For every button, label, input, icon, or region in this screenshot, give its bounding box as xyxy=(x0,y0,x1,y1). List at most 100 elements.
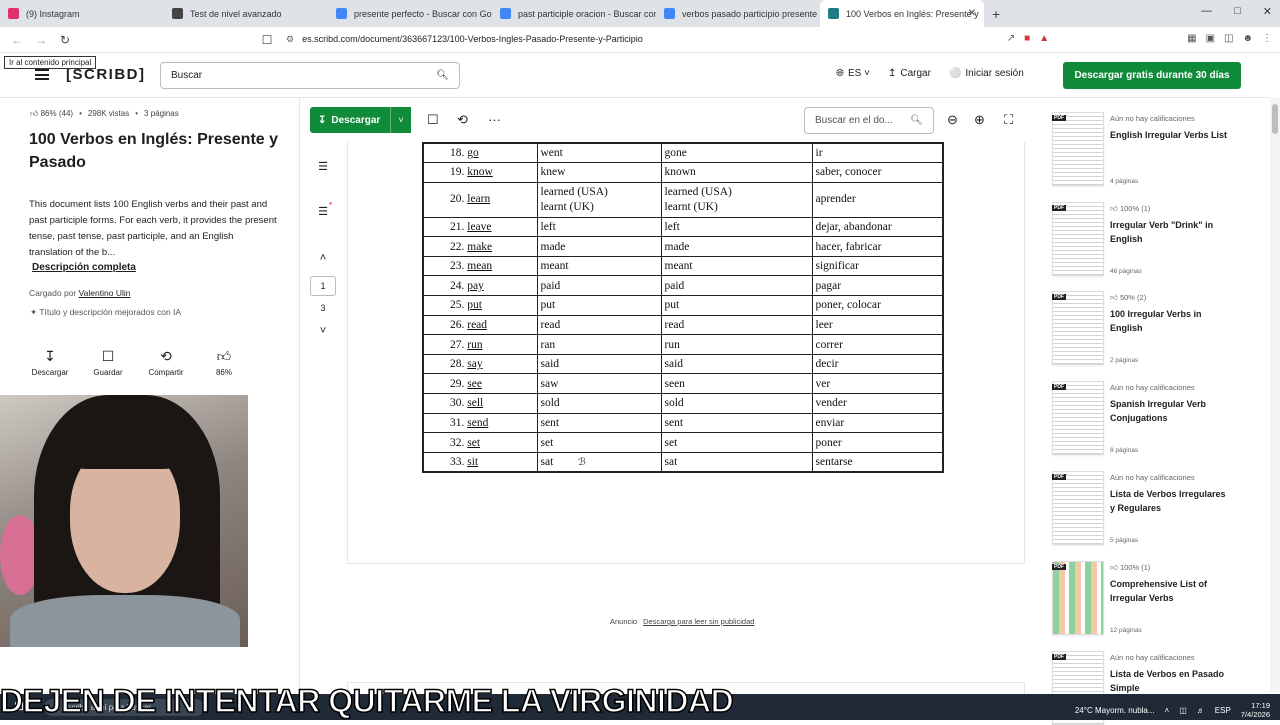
language-selector[interactable]: 🌐︎ ES ˅ xyxy=(836,68,870,79)
page-up-icon[interactable]: ˄ xyxy=(310,252,336,264)
document-thumbnail[interactable] xyxy=(1052,561,1104,635)
browser-tab[interactable]: past participle oracion - Buscar con G xyxy=(492,0,656,27)
profile-icon[interactable]: ☻ xyxy=(1242,33,1253,44)
share-icon[interactable]: ⟲ xyxy=(457,112,468,128)
browser-tab[interactable]: verbos pasado participio presente q xyxy=(656,0,820,27)
zoom-in-icon[interactable]: ⊕ xyxy=(974,112,985,128)
close-tab-icon[interactable]: ✕ xyxy=(968,8,976,19)
document-search-input[interactable]: Buscar en el do... 🔍︎ xyxy=(804,107,934,134)
verb-spanish: significar xyxy=(811,255,944,277)
full-description-link[interactable]: Descripción completa xyxy=(32,262,136,273)
recommendation-card[interactable]: PDF Aún no hay calificaciones Lista de V… xyxy=(1052,463,1272,545)
url-field[interactable]: ⚙ es.scribd.com/document/363667123/100-Ve… xyxy=(286,34,643,45)
action-bookmark[interactable]: ☐ Guardar xyxy=(88,348,128,377)
menu-icon[interactable]: ⋮ xyxy=(1262,33,1272,44)
ai-note: ✦ Título y descripción mejorados con IA xyxy=(30,307,182,317)
language-indicator[interactable]: ESP xyxy=(1215,706,1231,715)
upload-link[interactable]: ↥ Cargar xyxy=(888,68,931,79)
maximize-icon[interactable]: □ xyxy=(1234,5,1241,18)
extension-icon[interactable]: ▲ xyxy=(1039,33,1049,44)
recommendation-title[interactable]: Comprehensive List of Irregular Verbs xyxy=(1110,577,1230,605)
recommendation-title[interactable]: Irregular Verb "Drink" in English xyxy=(1110,218,1230,246)
recommendation-card[interactable]: PDF 👍︎ 100% (1) Comprehensive List of Ir… xyxy=(1052,553,1272,635)
browser-tab[interactable]: (9) Instagram xyxy=(0,0,164,27)
site-info-icon[interactable]: ⚙ xyxy=(286,34,294,44)
recommendation-card[interactable]: PDF Aún no hay calificaciones Spanish Ir… xyxy=(1052,373,1272,455)
verb-base: 19. know xyxy=(422,162,538,183)
browser-tab[interactable]: 100 Verbos en Inglés: Presente y ✕ xyxy=(820,0,984,27)
action-download[interactable]: ↧ Descargar xyxy=(30,348,70,377)
free-trial-button[interactable]: Descargar gratis durante 30 días xyxy=(1063,62,1241,89)
current-page[interactable]: 1 xyxy=(310,276,336,296)
back-icon[interactable]: ← xyxy=(10,33,24,47)
recommendation-pages: 46 páginas xyxy=(1110,268,1142,275)
clock[interactable]: 17:19 7/4/2026 xyxy=(1241,701,1270,719)
document-thumbnail[interactable] xyxy=(1052,202,1104,276)
ad-notice: Anuncio Descarga para leer sin publicidad xyxy=(610,617,755,626)
recommendation-card[interactable]: PDF Aún no hay calificaciones English Ir… xyxy=(1052,104,1272,186)
pdf-badge-icon: PDF xyxy=(1052,294,1066,300)
ad-free-link[interactable]: Descarga para leer sin publicidad xyxy=(643,617,754,626)
bookmark-page-icon[interactable]: ☐ xyxy=(260,33,274,47)
action-share[interactable]: ⟲ Compartir xyxy=(146,348,186,377)
recommendation-title[interactable]: Lista de Verbos en Pasado Simple xyxy=(1110,667,1230,695)
recommendation-title[interactable]: English Irregular Verbs List xyxy=(1110,128,1230,142)
search-input[interactable]: Buscar 🔍︎ xyxy=(160,62,460,89)
browser-tab[interactable]: Test de nivel avanzado xyxy=(164,0,328,27)
uploader-link[interactable]: Valentino Ulin xyxy=(79,288,131,298)
recommendation-card[interactable]: PDF 👍︎ 50% (2) 100 Irregular Verbs in En… xyxy=(1052,283,1272,365)
recommendation-pages: 4 páginas xyxy=(1110,178,1139,185)
notes-icon[interactable]: ☰ • xyxy=(310,199,336,218)
more-options-icon[interactable]: ··· xyxy=(488,112,501,127)
tab-search-icon[interactable]: ▣ xyxy=(1206,33,1215,44)
pdf-badge-icon: PDF xyxy=(1052,384,1066,390)
minimize-icon[interactable]: — xyxy=(1201,5,1212,18)
page-scrollbar[interactable] xyxy=(1270,98,1280,692)
webcam-overlay xyxy=(0,395,248,647)
document-thumbnail[interactable] xyxy=(1052,471,1104,545)
tray-up-icon[interactable]: ˄ xyxy=(1165,706,1170,715)
reload-icon[interactable]: ↻ xyxy=(58,33,72,47)
verb-base: 33. sit xyxy=(422,451,538,473)
fullscreen-icon[interactable]: ⛶ xyxy=(1004,112,1013,128)
recommendation-card[interactable]: PDF 👍︎ 100% (1) Irregular Verb "Drink" i… xyxy=(1052,194,1272,276)
recommendation-title[interactable]: Spanish Irregular Verb Conjugations xyxy=(1110,397,1230,425)
recommendation-title[interactable]: Lista de Verbos Irregulares y Regulares xyxy=(1110,487,1230,515)
download-options-dropdown[interactable]: ˅ xyxy=(390,107,411,133)
save-bookmark-icon[interactable]: ☐ xyxy=(427,112,439,128)
document-thumbnail[interactable] xyxy=(1052,291,1104,365)
pdf-badge-icon: PDF xyxy=(1052,115,1066,121)
share-icon: ⟲ xyxy=(160,348,172,364)
browser-tab[interactable]: presente perfecto - Buscar con Goog xyxy=(328,0,492,27)
sidebar-icon[interactable]: ◫ xyxy=(1224,33,1233,44)
hamburger-menu-icon[interactable] xyxy=(35,69,49,80)
login-link[interactable]: ⚪ Iniciar sesión xyxy=(949,68,1024,79)
search-icon[interactable]: 🔍︎ xyxy=(436,70,449,81)
verb-past: put xyxy=(536,295,662,316)
table-row: 33. sit sat sat sentarse xyxy=(422,451,944,473)
recommendation-title[interactable]: 100 Irregular Verbs in English xyxy=(1110,307,1230,335)
verb-base: 31. send xyxy=(422,412,538,434)
user-icon: ⚪ xyxy=(948,68,962,79)
extension-icon[interactable]: ■ xyxy=(1024,33,1030,44)
share-url-icon[interactable]: ↗ xyxy=(1007,33,1015,44)
skip-to-content-link[interactable]: Ir al contenido principal xyxy=(4,56,97,69)
forward-icon[interactable]: → xyxy=(34,33,48,47)
network-icon[interactable]: ◫ xyxy=(1179,706,1187,715)
extensions-icon[interactable]: ▦ xyxy=(1187,33,1196,44)
table-of-contents-icon[interactable]: ☰ xyxy=(310,160,336,173)
document-thumbnail[interactable] xyxy=(1052,112,1104,186)
verb-past: learned (USA) learnt (UK) xyxy=(536,181,662,218)
document-thumbnail[interactable] xyxy=(1052,381,1104,455)
weather-widget[interactable]: 24°C Mayorm. nubla... xyxy=(1075,706,1155,715)
new-tab-icon[interactable]: + xyxy=(992,6,1000,22)
close-window-icon[interactable]: ✕ xyxy=(1263,5,1272,18)
zoom-out-icon[interactable]: ⊖ xyxy=(947,112,958,128)
search-icon[interactable]: 🔍︎ xyxy=(910,115,923,126)
recommendation-pages: 2 páginas xyxy=(1110,357,1139,364)
verb-past: set xyxy=(536,432,662,453)
action-thumbs-up[interactable]: 👍︎ 86% xyxy=(204,348,244,377)
page-down-icon[interactable]: ˅ xyxy=(310,325,336,337)
volume-icon[interactable]: ♬ xyxy=(1197,706,1205,715)
verb-base: 21. leave xyxy=(422,216,538,238)
